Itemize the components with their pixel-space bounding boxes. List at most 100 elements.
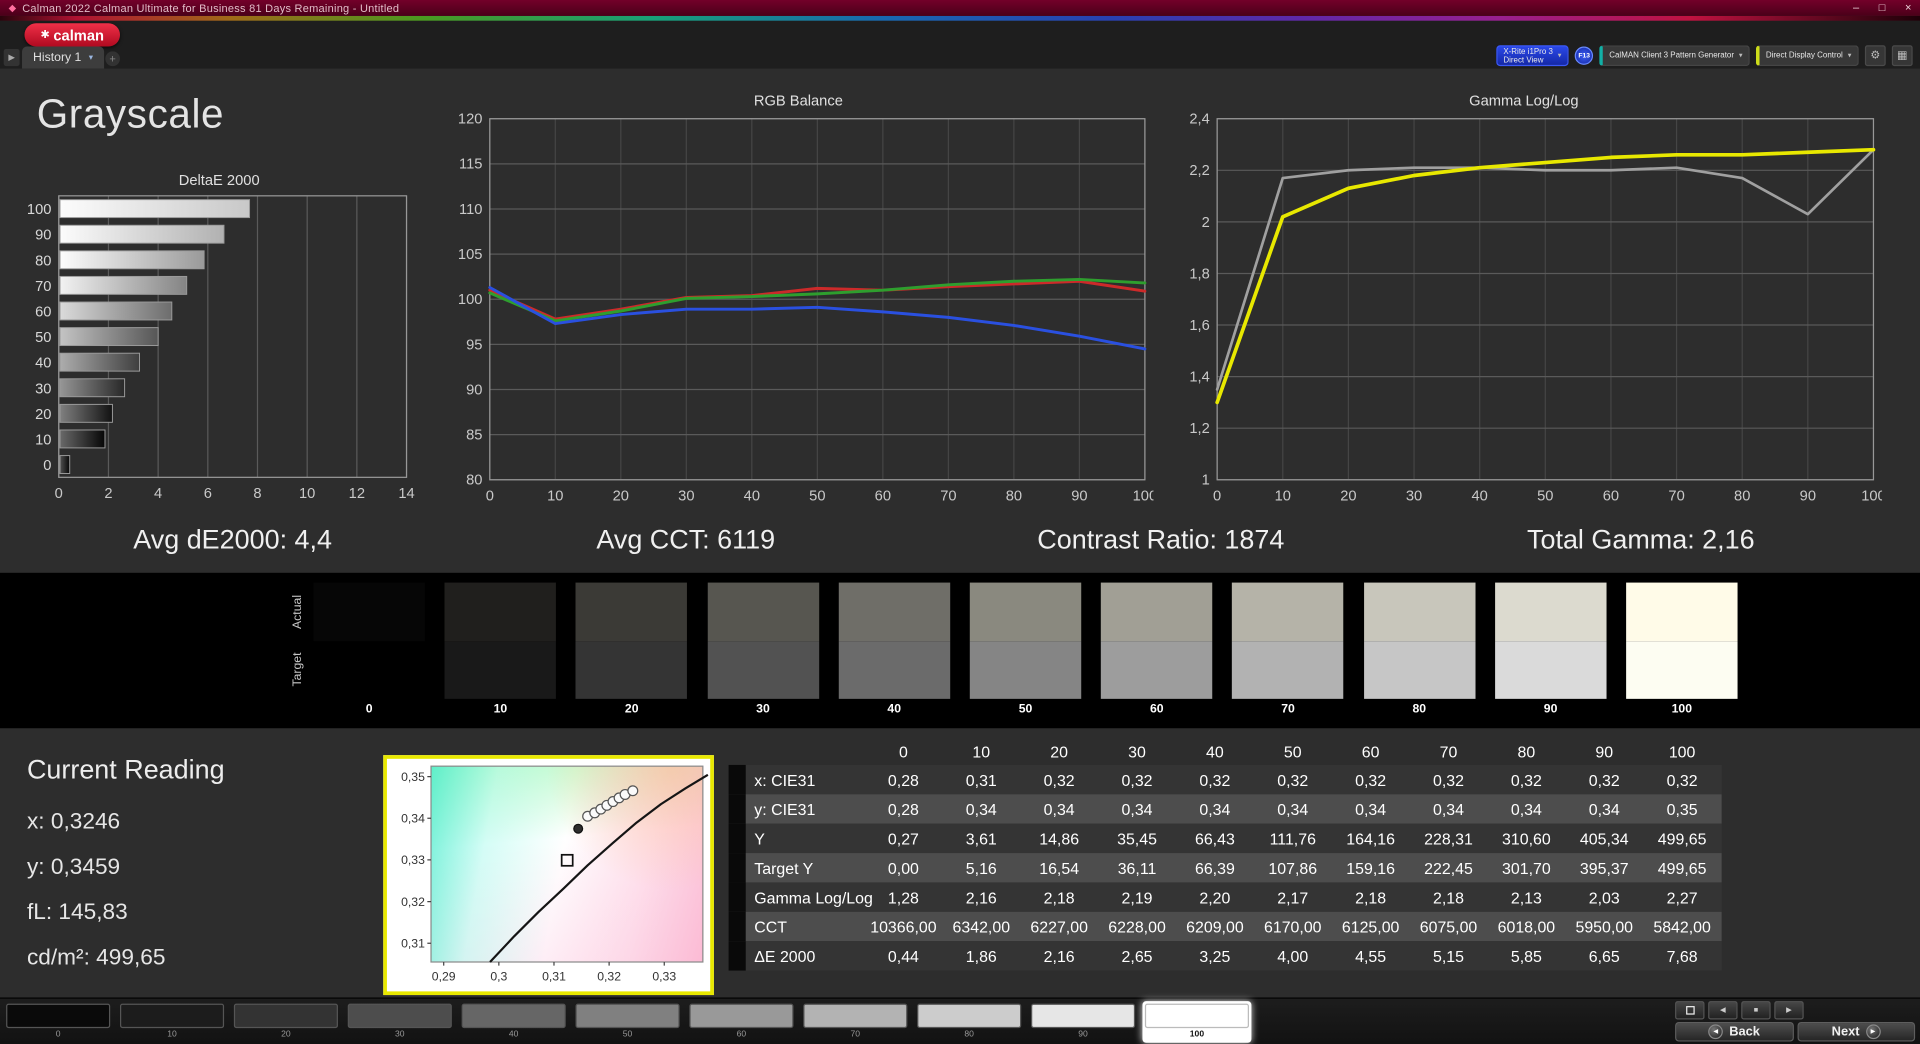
table-cell: 0,34 [1433,799,1465,819]
pattern-patch-30[interactable]: 30 [345,1001,454,1043]
stat-avg-de2000: Avg dE2000: 4,4 [133,523,333,555]
display-control-dropdown[interactable]: Direct Display Control ▾ [1756,45,1859,67]
deltae-x-tick-label: 2 [104,486,112,502]
y-tick-label: 100 [458,292,483,308]
table-cell: 6342,00 [952,917,1011,936]
cie-y-tick-label: 0,33 [401,853,425,867]
table-cell: 66,43 [1194,829,1235,848]
swatch-actual [838,582,950,641]
table-cell: 3,61 [965,829,997,848]
reading-x: x: 0,3246 [26,807,121,834]
patch-label: 50 [622,1030,633,1040]
table-column-header: 50 [1283,742,1302,761]
minimize-button[interactable]: – [1853,2,1859,13]
close-button[interactable]: × [1905,2,1911,13]
table-cell: 14,86 [1039,829,1080,848]
patch-swatch [1144,1003,1249,1029]
rgb-chart-title: RGB Balance [753,91,843,109]
pattern-patch-100[interactable]: 100 [1142,1001,1252,1043]
tab-history-1[interactable]: History 1 ▾ [22,46,105,69]
meter-dropdown[interactable]: X-Rite i1Pro 3 Direct View ▾ [1496,45,1569,67]
table-cell: 159,16 [1346,858,1395,877]
deltae-bar-90 [59,224,225,244]
layout-grid-button[interactable]: ▦ [1891,45,1913,67]
table-row-label: CCT [754,917,788,936]
table-cell: 301,70 [1502,858,1551,877]
x-tick-label: 60 [875,489,891,505]
pattern-patch-50[interactable]: 50 [573,1001,682,1043]
swatch-actual [313,582,425,641]
settings-gear-button[interactable]: ⚙ [1864,45,1886,67]
x-tick-label: 40 [744,489,760,505]
swatch-tick-label: 10 [493,702,508,716]
x-tick-label: 90 [1071,489,1087,505]
swatch-tick-label: 100 [1671,702,1693,716]
deltae-chart: DeltaE 2000 0 2 4 6 8 10 12 14 100 90 80 70 60 50 40 30… [17,171,421,515]
y-tick-label: 1,4 [1189,370,1209,386]
pattern-window-button[interactable] [1675,1001,1705,1020]
results-table: 0 10 20 30 40 50 60 70 80 90 100 x: CIE31 0,28 0,31 0,… [728,738,1722,971]
table-cell: 6075,00 [1419,917,1478,936]
table-row: Y 0,27 3,61 14,86 35,45 66,43 111,76 164,16 228,… [728,823,1722,854]
pattern-patch-10[interactable]: 10 [118,1001,227,1043]
table-column-header: 80 [1517,742,1536,761]
pattern-patch-80[interactable]: 80 [915,1001,1024,1043]
table-cell: 0,44 [887,946,919,966]
pattern-patch-70[interactable]: 70 [801,1001,910,1043]
swatch-target [969,640,1082,699]
pattern-patch-40[interactable]: 40 [459,1001,568,1043]
maximize-button[interactable]: □ [1879,2,1886,13]
deltae-y-tick-label: 80 [35,253,51,269]
gamma-chart-svg: 0 10 20 30 40 50 60 70 80 90 100 1 1,2 1,4 1,6 1,8 2 2,2 2… [1189,112,1885,505]
media-stop-button[interactable]: ■ [1741,1001,1771,1020]
table-row: Gamma Log/Log 1,28 2,16 2,18 2,19 2,20 2,17 2,1… [728,882,1722,912]
deltae-x-tick-label: 4 [154,486,162,502]
cie-y-tick-label: 0,32 [401,895,425,909]
table-row-label: Gamma Log/Log [754,887,873,907]
x-tick-label: 50 [809,489,825,505]
x-tick-label: 20 [1340,489,1356,505]
table-row-marker [728,853,746,883]
history-expand-button[interactable]: ▶ [3,48,20,67]
cie-x-tick-label: 0,33 [652,969,676,983]
table-cell: 0,32 [1043,770,1075,789]
pattern-patch-20[interactable]: 20 [231,1001,340,1043]
table-row: ΔE 2000 0,44 1,86 2,16 2,65 3,25 4,00 4,55 5,15 5… [728,941,1722,971]
patch-label: 40 [508,1030,519,1040]
swatch-60 [1101,582,1213,699]
swatch-actual [1626,582,1738,641]
patch-swatch [803,1003,908,1029]
deltae-bar-50 [59,327,159,347]
add-tab-button[interactable]: + [105,51,121,67]
table-row: Target Y 0,00 5,16 16,54 36,11 66,39 107,86 159… [728,853,1722,883]
y-tick-label: 2 [1202,215,1210,231]
table-row-label: y: CIE31 [754,799,816,819]
table-cell: 310,60 [1502,829,1551,848]
table-cell: 499,65 [1657,858,1707,877]
cie-reading-point [627,785,639,797]
back-arrow-icon: ◀ [1708,1024,1724,1040]
next-button[interactable]: Next ▶ [1796,1021,1916,1042]
x-tick-label: 70 [940,489,956,505]
swatch-target [1626,640,1738,699]
patch-label: 20 [281,1030,291,1040]
media-next-button[interactable]: ▶ [1774,1001,1804,1020]
y-tick-label: 120 [458,112,483,128]
pattern-patch-0[interactable]: 0 [4,1001,113,1043]
swatch-target [1232,640,1344,699]
swatch-10 [444,582,557,699]
meter-badge[interactable]: F13 [1574,46,1594,65]
table-row-marker [728,911,746,942]
reading-cdm2: cd/m²: 499,65 [26,943,166,970]
pattern-generator-dropdown[interactable]: CalMAN Client 3 Pattern Generator ▾ [1599,45,1750,67]
pattern-patch-60[interactable]: 60 [687,1001,796,1043]
calman-logo-button[interactable]: ✱ calman [24,23,121,47]
back-button[interactable]: ◀ Back [1675,1021,1794,1042]
media-prev-button[interactable]: ◀ [1708,1001,1738,1020]
patch-label: 30 [395,1030,405,1040]
patch-swatch [347,1003,452,1029]
table-row: x: CIE31 0,28 0,31 0,32 0,32 0,32 0,32 0,32 0,32… [728,764,1722,795]
bottom-right-controls: ◀ ■ ▶ ◀ Back Next ▶ [1675,1001,1916,1043]
pattern-patch-90[interactable]: 90 [1029,1001,1138,1043]
chevron-down-icon: ▾ [88,53,94,63]
